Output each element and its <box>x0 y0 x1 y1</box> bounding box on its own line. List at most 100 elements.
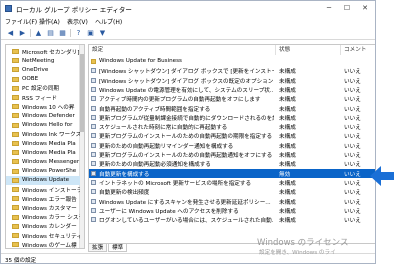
tree-item[interactable]: PC 設定の同期 <box>6 84 80 93</box>
policy-state: 未構成 <box>279 162 296 169</box>
policy-row[interactable]: 更新プログラムのインストールのための自動再起動通知をオフにする 未構成 いいえ <box>89 150 375 159</box>
policy-name: イントラネットの Microsoft 更新サービスの場所を指定する <box>99 180 252 187</box>
minimize-button[interactable]: ─ <box>321 3 337 13</box>
folder-row[interactable]: Windows Update for Business <box>89 57 375 66</box>
folder-icon <box>12 177 19 183</box>
policy-row[interactable]: Windows Update にするスキャンを発生させる更新延延ポリシー... 未… <box>89 197 375 206</box>
group-policy-editor-window: ローカル グループ ポリシー エディター ─ ☐ ✕ ファイル(F) 操作(A)… <box>0 0 376 264</box>
up-folder-icon[interactable]: ▲ <box>33 28 44 38</box>
policy-row[interactable]: ログオンしているユーザーがいる場合には、スケジュールされた自動... 未構成 いいえ <box>89 215 375 224</box>
tree-item[interactable]: OneDrive <box>6 65 80 74</box>
menu-view[interactable]: 表示(V) <box>67 17 88 26</box>
policy-setting-icon <box>91 142 96 148</box>
policy-row[interactable]: 更新のための自動再起動必須通知を構成する 未構成 いいえ <box>89 159 375 169</box>
tree-item[interactable]: Windows カラー システ <box>6 213 80 222</box>
filter-icon[interactable]: ▼ <box>97 28 108 38</box>
policy-row[interactable]: 更新のための自動再起動リマインダー通知を構成する 未構成 いいえ <box>89 141 375 150</box>
menu-file[interactable]: ファイル(F) <box>5 17 37 26</box>
policy-comment: いいえ <box>344 97 361 104</box>
tree-item[interactable]: Windows カスタマー <box>6 203 80 212</box>
policy-row[interactable]: 自動再起動のアクティブ時間範囲を指定する 未構成 いいえ <box>89 104 375 113</box>
folder-icon <box>12 58 19 64</box>
tree-item[interactable]: NetMeeting <box>6 56 80 65</box>
tree-item[interactable]: Windows エラー報告 <box>6 194 80 203</box>
folder-icon <box>12 159 19 165</box>
tree-item-label: Windows Ink ワークス <box>22 132 80 139</box>
policy-row[interactable]: 更新プログラムのインストールのための自動再起動の期限を指定する 未構成 いいえ <box>89 131 375 141</box>
tab-extended[interactable]: 拡張 <box>88 244 108 252</box>
policy-state: 未構成 <box>279 190 296 197</box>
column-header-setting[interactable]: 設定 <box>89 45 276 55</box>
folder-icon <box>12 196 19 202</box>
tree-item[interactable]: Windows Hello for <box>6 121 80 130</box>
back-arrow-icon[interactable]: ◀ <box>5 28 16 38</box>
policy-setting-icon <box>91 133 96 139</box>
policy-name: Windows Update にするスキャンを発生させる更新延延ポリシー... <box>99 199 271 206</box>
policy-row[interactable]: 更新プログラムが従量制課金接続で自動的にダウンロードされるのを許... 未構成 いい… <box>89 113 375 122</box>
tree-item[interactable]: Windows インストーラ <box>6 185 80 194</box>
policy-comment: いいえ <box>344 190 361 197</box>
tree-item[interactable]: Windows Defender <box>6 111 80 120</box>
policy-row[interactable]: 自動更新を構成する 無効 いいえ <box>89 168 375 178</box>
tree-item[interactable]: Windows Media Pla <box>6 139 80 148</box>
activation-watermark-text: 設定を開き、Windows のライ <box>259 250 336 256</box>
policy-comment: いいえ <box>344 199 361 206</box>
show-tree-icon[interactable]: ▤ <box>45 28 56 38</box>
tree-item-label: Windows Hello for <box>22 122 73 129</box>
maximize-button[interactable]: ☐ <box>339 3 355 13</box>
tab-standard[interactable]: 標準 <box>108 244 128 252</box>
policy-row[interactable]: [Windows シャットダウン] ダイアログ ボックスの既定のオプションを [… <box>89 76 375 85</box>
policy-setting-icon <box>91 170 96 176</box>
tree-item[interactable]: Microsoft セカンダリ] <box>6 47 80 56</box>
tree-item-label: Windows エラー報告 <box>22 196 77 203</box>
tree-item[interactable]: OOBE <box>6 75 80 84</box>
tree-item[interactable]: Windows Messenger <box>6 157 80 166</box>
policy-row[interactable]: 自動更新の検出頻度 未構成 いいえ <box>89 187 375 197</box>
column-header-comment[interactable]: コメント <box>341 45 375 55</box>
policy-name: 更新プログラムのインストールのための自動再起動の期限を指定する <box>99 134 273 141</box>
menu-help[interactable]: ヘルプ(H) <box>95 17 122 26</box>
policy-state: 未構成 <box>279 69 296 76</box>
policy-setting-icon <box>91 161 96 167</box>
tree-item[interactable]: Windows 10 への昇 <box>6 102 80 111</box>
tree-scrollbar-thumb[interactable] <box>80 54 84 132</box>
policy-setting-icon <box>91 114 96 120</box>
policy-row[interactable]: イントラネットの Microsoft 更新サービスの場所を指定する 未構成 いいえ <box>89 178 375 187</box>
close-button[interactable]: ✕ <box>357 3 373 13</box>
tree-item[interactable]: RSS フィード <box>6 93 80 102</box>
policy-row[interactable]: [Windows シャットダウン] ダイアログ ボックスで [更新をインストール… <box>89 66 375 76</box>
column-header-state[interactable]: 状態 <box>276 45 341 55</box>
policy-comment: いいえ <box>344 143 361 150</box>
tree-item[interactable]: Windows セキュリティ <box>6 231 80 240</box>
export-list-icon[interactable]: ▦ <box>57 28 68 38</box>
tree-item-label: Windows Media Pla <box>22 140 76 147</box>
policy-name: Windows Update の電源管理を有効にして、システムのスリープ状... <box>99 87 274 94</box>
help-icon[interactable]: ? <box>73 28 84 38</box>
policy-setting-icon <box>91 189 96 195</box>
policy-row[interactable]: Windows Update の電源管理を有効にして、システムのスリープ状...… <box>89 85 375 94</box>
policy-state: 未構成 <box>279 199 296 206</box>
tree-item[interactable]: Windows のゲーム標 <box>6 240 80 248</box>
forward-arrow-icon[interactable]: ▶ <box>17 28 28 38</box>
tree-item-label: OOBE <box>22 76 39 83</box>
tree-item[interactable]: Windows Update <box>6 175 80 185</box>
menu-action[interactable]: 操作(A) <box>39 17 60 26</box>
tree-item[interactable]: Windows Ink ワークス <box>6 130 80 139</box>
folder-icon <box>12 67 19 73</box>
tree-item[interactable]: Windows PowerShe <box>6 167 80 176</box>
policy-state: 未構成 <box>279 97 296 104</box>
properties-icon[interactable]: ▣ <box>85 28 96 38</box>
policy-row[interactable]: スケジュールされた時刻に常に自動的に再起動する 未構成 いいえ <box>89 122 375 131</box>
policy-comment: いいえ <box>344 106 361 113</box>
policy-setting-icon <box>91 124 96 130</box>
navigation-tree[interactable]: Microsoft セカンダリ] NetMeeting OneDrive OOBE PC… <box>5 44 85 249</box>
settings-list: 設定 状態 コメント Windows Update for Business [W… <box>88 44 375 244</box>
tree-item-label: Microsoft セカンダリ] <box>22 49 80 56</box>
policy-name: ユーザーに Windows Update へのアクセスを削除する <box>99 208 239 215</box>
policy-row[interactable]: ユーザーに Windows Update へのアクセスを削除する 未構成 いいえ <box>89 206 375 215</box>
tree-item-label: Windows カレンダー <box>22 224 77 231</box>
tree-item[interactable]: Windows カレンダー <box>6 222 80 231</box>
tree-item[interactable]: Windows Media Pla <box>6 148 80 157</box>
policy-row[interactable]: アクティブ時間内の更新プログラムの自動再起動をオフにします 未構成 いいえ <box>89 94 375 104</box>
policy-setting-icon <box>91 217 96 223</box>
